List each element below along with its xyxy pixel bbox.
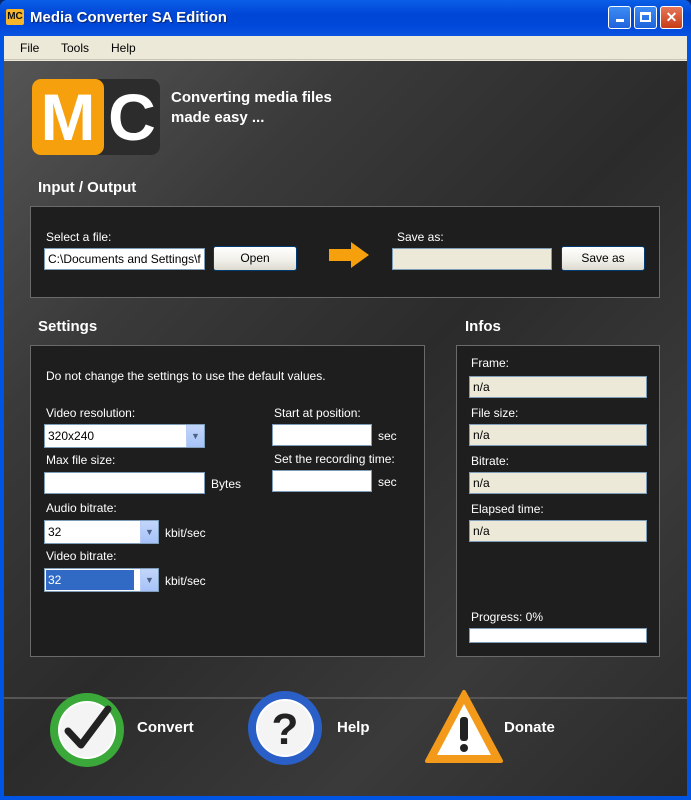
settings-panel: Do not change the settings to use the de… xyxy=(30,345,425,657)
window-title: Media Converter SA Edition xyxy=(30,9,227,26)
tagline: Converting media files made easy ... xyxy=(171,88,391,128)
elapsed-time-label: Elapsed time: xyxy=(471,502,544,516)
app-window: MC Media Converter SA Edition ✕ File Too… xyxy=(0,0,691,800)
app-logo: M C xyxy=(32,79,160,155)
donate-warning-icon[interactable] xyxy=(424,689,504,765)
maximize-button[interactable] xyxy=(634,6,657,29)
recording-time-unit: sec xyxy=(378,475,397,489)
file-size-value: n/a xyxy=(469,424,647,446)
max-file-size-label: Max file size: xyxy=(46,453,116,467)
help-question-icon[interactable]: ? xyxy=(246,689,324,767)
progress-label: Progress: 0% xyxy=(471,610,544,624)
io-panel: Select a file: C:\Documents and Settings… xyxy=(30,206,660,298)
progress-bar xyxy=(469,628,647,643)
recording-time-field[interactable] xyxy=(272,470,372,492)
save-as-field[interactable] xyxy=(392,248,552,270)
recording-time-label: Set the recording time: xyxy=(274,452,395,466)
video-resolution-value: 320x240 xyxy=(48,429,95,443)
frame-label: Frame: xyxy=(471,356,510,370)
logo-c: C xyxy=(108,80,156,154)
help-button-label[interactable]: Help xyxy=(337,719,370,736)
close-icon: ✕ xyxy=(665,9,678,25)
audio-bitrate-unit: kbit/sec xyxy=(165,526,206,540)
svg-text:?: ? xyxy=(272,705,299,754)
tagline-line-2: made easy ... xyxy=(171,109,265,126)
chevron-down-icon[interactable]: ▼ xyxy=(140,521,158,543)
tagline-line-1: Converting media files xyxy=(171,89,332,106)
chevron-down-icon[interactable]: ▼ xyxy=(186,425,204,447)
settings-hint: Do not change the settings to use the de… xyxy=(46,369,326,383)
logo-m: M xyxy=(32,79,104,155)
file-size-label: File size: xyxy=(471,406,519,420)
video-bitrate-value: 32 xyxy=(46,570,134,590)
max-file-size-field[interactable] xyxy=(44,472,205,494)
menu-help[interactable]: Help xyxy=(111,41,136,55)
video-bitrate-unit: kbit/sec xyxy=(165,574,206,588)
audio-bitrate-value: 32 xyxy=(48,525,62,539)
infos-panel: Frame: n/a File size: n/a Bitrate: n/a E… xyxy=(456,345,660,657)
frame-value: n/a xyxy=(469,376,647,398)
convert-checkmark-icon[interactable] xyxy=(48,691,126,769)
video-bitrate-select[interactable]: 32 ▼ xyxy=(44,568,159,592)
infos-section-title: Infos xyxy=(465,318,501,335)
maximize-icon xyxy=(640,12,651,22)
arrow-right-icon xyxy=(329,242,369,268)
bitrate-label: Bitrate: xyxy=(471,454,510,468)
save-as-label: Save as: xyxy=(397,230,444,244)
app-icon: MC xyxy=(6,9,24,25)
convert-button-label[interactable]: Convert xyxy=(137,719,194,736)
chevron-down-icon[interactable]: ▼ xyxy=(140,569,158,591)
audio-bitrate-select[interactable]: 32 ▼ xyxy=(44,520,159,544)
main-content: M C Converting media files made easy ...… xyxy=(4,61,687,796)
close-button[interactable]: ✕ xyxy=(660,6,683,29)
menu-tools[interactable]: Tools xyxy=(61,41,89,55)
donate-button-label[interactable]: Donate xyxy=(504,719,555,736)
io-section-title: Input / Output xyxy=(38,179,137,196)
start-position-field[interactable] xyxy=(272,424,372,446)
minimize-icon xyxy=(615,19,624,22)
menu-file[interactable]: File xyxy=(20,41,39,55)
bitrate-value: n/a xyxy=(469,472,647,494)
select-file-label: Select a file: xyxy=(46,230,112,244)
save-as-button[interactable]: Save as xyxy=(561,246,645,271)
start-position-unit: sec xyxy=(378,429,397,443)
settings-section-title: Settings xyxy=(38,318,98,335)
input-file-field[interactable]: C:\Documents and Settings\f xyxy=(44,248,205,270)
elapsed-time-value: n/a xyxy=(469,520,647,542)
start-position-label: Start at position: xyxy=(274,406,361,420)
video-resolution-label: Video resolution: xyxy=(46,406,136,420)
menu-bar: File Tools Help xyxy=(4,36,687,60)
video-bitrate-label: Video bitrate: xyxy=(46,549,117,563)
video-resolution-select[interactable]: 320x240 ▼ xyxy=(44,424,205,448)
audio-bitrate-label: Audio bitrate: xyxy=(46,501,117,515)
title-bar[interactable]: MC Media Converter SA Edition ✕ xyxy=(0,0,691,36)
open-button[interactable]: Open xyxy=(213,246,297,271)
window-body: File Tools Help M C Converting media fil… xyxy=(4,36,687,796)
minimize-button[interactable] xyxy=(608,6,631,29)
max-file-size-unit: Bytes xyxy=(211,477,242,491)
